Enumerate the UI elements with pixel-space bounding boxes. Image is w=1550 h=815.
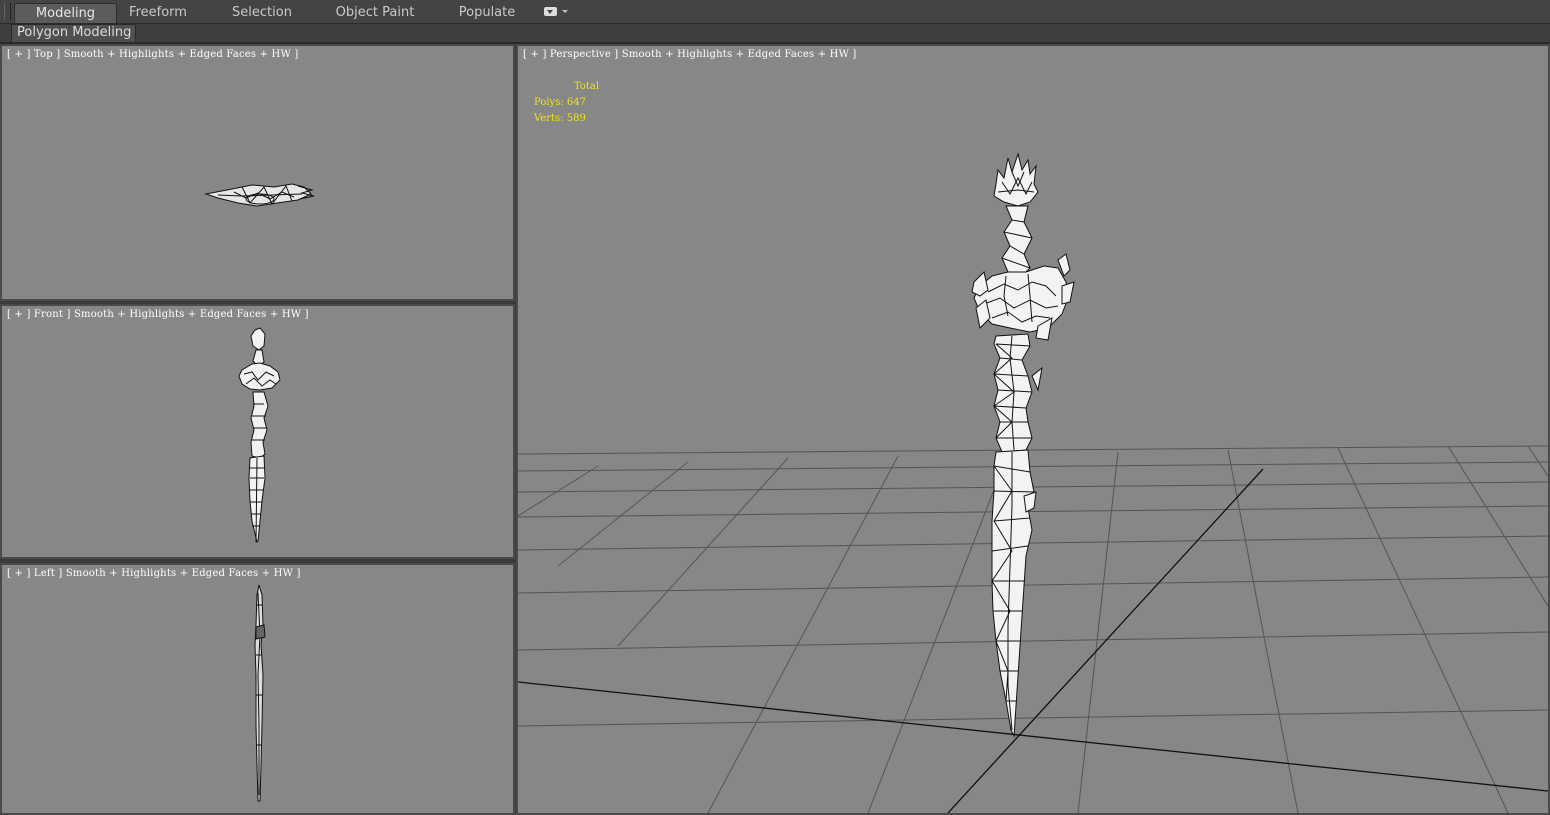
viewport-label-perspective[interactable]: [ + ] Perspective ] Smooth + Highlights … — [523, 49, 857, 60]
tab-freeform[interactable]: Freeform — [117, 3, 199, 23]
world-axis-x — [518, 681, 1548, 792]
statistics-overlay: Total Polys: 647 Verts: 589 — [534, 79, 599, 127]
stats-verts-row: Verts: 589 — [534, 111, 599, 127]
stats-polys-value: 647 — [566, 97, 586, 108]
viewport-label-top[interactable]: [ + ] Top ] Smooth + Highlights + Edged … — [7, 49, 298, 60]
ribbon-panel-bar: Polygon Modeling — [0, 24, 1550, 43]
stats-polys-row: Polys: 647 — [534, 95, 599, 111]
viewport-top[interactable]: [ + ] Top ] Smooth + Highlights + Edged … — [0, 44, 515, 301]
sword-front-wireframe — [238, 327, 281, 543]
stats-header: Total — [574, 81, 600, 92]
tab-populate[interactable]: Populate — [452, 3, 522, 23]
top-view-model — [204, 183, 315, 207]
chevron-down-icon — [562, 10, 568, 13]
sword-left-wireframe — [254, 584, 266, 802]
viewport-left[interactable]: [ + ] Left ] Smooth + Highlights + Edged… — [0, 563, 515, 815]
left-view-model — [254, 584, 266, 802]
ribbon-options-dropdown-icon[interactable] — [543, 6, 569, 18]
ribbon-tab-bar: Modeling Freeform Selection Object Paint… — [0, 0, 1550, 24]
tab-selection[interactable]: Selection — [222, 3, 302, 23]
sword-perspective-wireframe — [971, 152, 1075, 738]
stats-polys-label: Polys: — [534, 97, 564, 108]
viewport-label-left[interactable]: [ + ] Left ] Smooth + Highlights + Edged… — [7, 568, 301, 579]
stats-verts-value: 589 — [566, 113, 586, 124]
ribbon-grip-handle[interactable] — [4, 3, 11, 20]
sword-top-wireframe — [204, 183, 315, 207]
tab-object-paint[interactable]: Object Paint — [330, 3, 420, 23]
viewport-label-front[interactable]: [ + ] Front ] Smooth + Highlights + Edge… — [7, 309, 309, 320]
viewport-front[interactable]: [ + ] Front ] Smooth + Highlights + Edge… — [0, 304, 515, 559]
viewport-perspective[interactable]: [ + ] Perspective ] Smooth + Highlights … — [516, 44, 1550, 815]
minimize-ribbon-icon — [544, 7, 557, 16]
stats-verts-label: Verts: — [534, 113, 564, 124]
tab-modeling[interactable]: Modeling — [14, 3, 117, 23]
front-view-model — [238, 327, 281, 543]
polygon-modeling-panel-button[interactable]: Polygon Modeling — [11, 24, 137, 43]
perspective-scene — [518, 152, 1548, 813]
